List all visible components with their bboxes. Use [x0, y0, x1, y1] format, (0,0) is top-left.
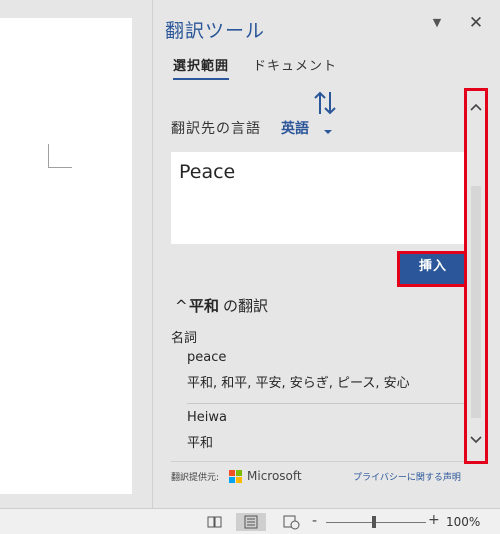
provider-name: Microsoft	[247, 469, 302, 483]
tab-document[interactable]: ドキュメント	[253, 58, 337, 76]
provider-label: 翻訳提供元:	[171, 473, 220, 483]
entry-translations: 平和, 和平, 平安, 安らぎ, ピース, 安心	[187, 376, 410, 391]
document-area	[0, 0, 152, 508]
pane-close-button[interactable]: ✕	[467, 12, 485, 34]
zoom-slider-thumb[interactable]	[372, 516, 376, 528]
target-language-label: 翻訳先の言語	[171, 121, 261, 137]
privacy-statement-link[interactable]: プライバシーに関する声明	[353, 470, 461, 483]
footer-divider	[171, 461, 467, 462]
translation-section-header[interactable]: ^平和 の翻訳	[175, 295, 268, 316]
print-layout-icon[interactable]	[236, 513, 266, 531]
scroll-thumb[interactable]	[471, 186, 481, 418]
tab-selection-underline	[173, 78, 229, 80]
translation-text: Peace	[179, 161, 236, 183]
entry-translations: 平和	[187, 436, 214, 451]
pane-scrollbar[interactable]	[464, 88, 488, 464]
target-language-dropdown[interactable]: 英語	[281, 118, 309, 138]
scroll-down-icon[interactable]	[469, 435, 483, 445]
zoom-level[interactable]: 100%	[446, 515, 480, 529]
entry-divider	[187, 403, 467, 404]
pane-options-button[interactable]: ▼	[429, 14, 445, 32]
section-suffix: の翻訳	[223, 297, 269, 315]
entry-word: peace	[187, 350, 227, 365]
translation-output-box[interactable]: Peace	[171, 152, 467, 244]
source-word: 平和	[189, 297, 220, 315]
zoom-out-button[interactable]: -	[312, 513, 317, 529]
scroll-up-icon[interactable]	[469, 102, 483, 112]
insert-button[interactable]: 挿入	[397, 251, 469, 287]
swap-icon[interactable]	[313, 90, 337, 116]
zoom-in-button[interactable]: +	[428, 512, 440, 528]
read-mode-icon[interactable]	[200, 513, 230, 531]
web-layout-icon[interactable]	[276, 513, 306, 531]
microsoft-logo-icon	[229, 470, 243, 484]
entry-word: Heiwa	[187, 410, 227, 425]
status-bar: - + 100%	[0, 508, 500, 534]
zoom-slider-track[interactable]	[326, 522, 426, 523]
margin-corner-mark	[48, 144, 72, 168]
collapse-caret-icon: ^	[175, 297, 188, 315]
part-of-speech-label: 名詞	[171, 331, 198, 346]
tab-selection[interactable]: 選択範囲	[173, 58, 229, 76]
pane-title: 翻訳ツール	[165, 20, 266, 42]
translator-pane: 翻訳ツール ▼ ✕ 選択範囲 ドキュメント 翻訳先の言語 英語 Peace 挿入…	[152, 0, 500, 508]
chevron-down-icon[interactable]	[323, 124, 333, 136]
document-page[interactable]	[0, 18, 132, 494]
